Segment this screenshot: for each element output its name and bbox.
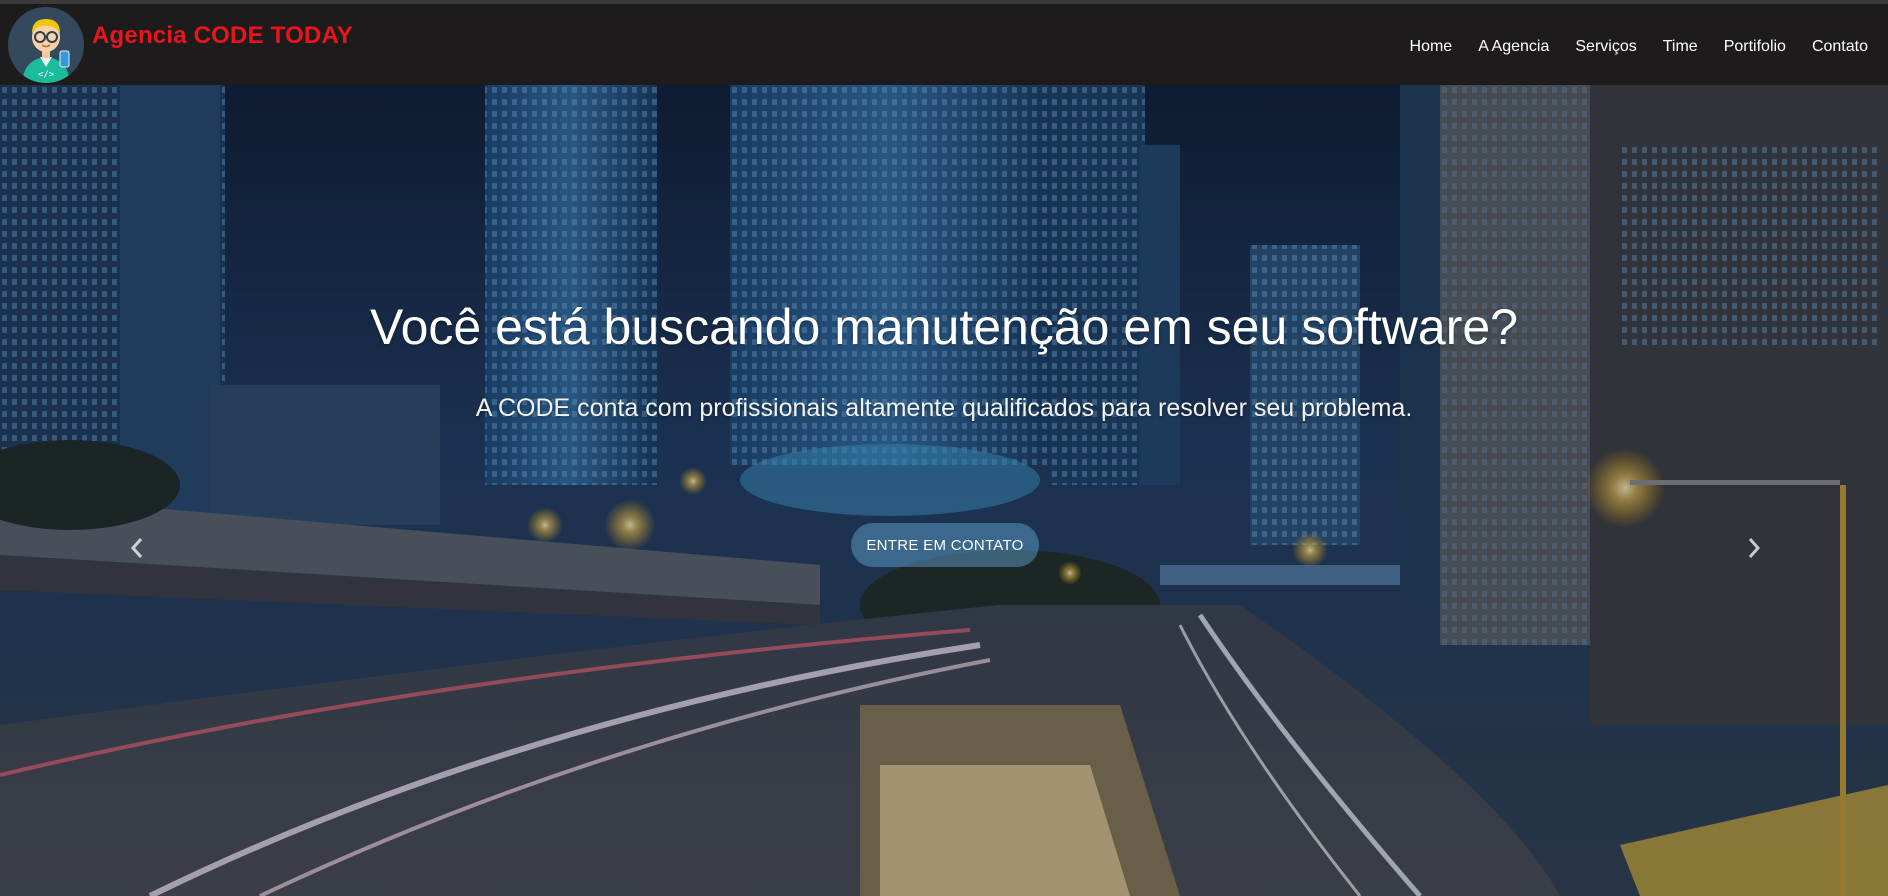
chevron-right-icon: [1746, 533, 1762, 567]
svg-text:</>: </>: [38, 70, 55, 80]
nav-item-contato: Contato: [1812, 34, 1868, 56]
hero-title: Você está buscando manutenção em seu sof…: [370, 299, 1518, 355]
nav-item-portifolio: Portifolio: [1724, 34, 1786, 56]
nav-link-home[interactable]: Home: [1410, 34, 1453, 56]
developer-avatar-icon: </>: [8, 6, 84, 83]
navbar: </> Agencia CODE TODAY Home A Agencia Se…: [0, 4, 1888, 85]
chevron-left-icon: [129, 533, 145, 567]
nav-link-time[interactable]: Time: [1663, 34, 1698, 56]
brand-link[interactable]: </> Agencia CODE TODAY: [8, 4, 353, 85]
main-nav: Home A Agencia Serviços Time Portifolio …: [1384, 4, 1868, 85]
contact-cta-button[interactable]: ENTRE EM CONTATO: [851, 523, 1039, 567]
nav-link-servicos[interactable]: Serviços: [1575, 34, 1636, 56]
nav-link-agencia[interactable]: A Agencia: [1478, 34, 1549, 56]
nav-item-home: Home: [1410, 34, 1453, 56]
nav-item-agencia: A Agencia: [1478, 34, 1549, 56]
carousel-prev-button[interactable]: [117, 525, 157, 575]
nav-link-portifolio[interactable]: Portifolio: [1724, 34, 1786, 56]
hero-overlay: [0, 85, 1888, 896]
hero-carousel: Você está buscando manutenção em seu sof…: [0, 85, 1888, 896]
nav-link-contato[interactable]: Contato: [1812, 34, 1868, 56]
carousel-next-button[interactable]: [1734, 525, 1774, 575]
nav-item-servicos: Serviços: [1575, 34, 1636, 56]
nav-item-time: Time: [1663, 34, 1698, 56]
brand-name: Agencia CODE TODAY: [92, 21, 354, 49]
hero-subtitle: A CODE conta com profissionais altamente…: [475, 394, 1413, 422]
